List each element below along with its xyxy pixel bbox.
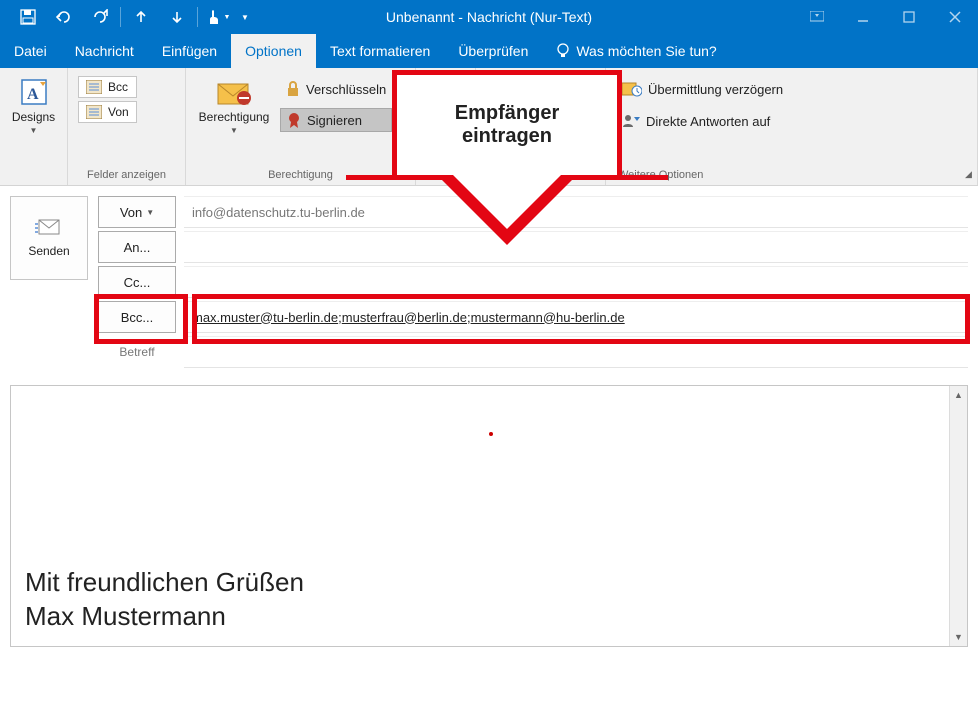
minimize-icon[interactable] — [840, 0, 886, 34]
berechtigung-button[interactable]: Berechtigung ▼ — [192, 72, 276, 135]
bcc-recipient[interactable]: mustermann@hu-berlin.de — [471, 310, 625, 325]
tab-optionen[interactable]: Optionen — [231, 34, 316, 68]
von-toggle-button[interactable]: Von — [78, 101, 137, 123]
ribbon-seal-icon — [287, 112, 301, 128]
send-button[interactable]: Senden — [10, 196, 88, 280]
group-label-felder: Felder anzeigen — [74, 167, 179, 185]
tab-ueberpruefen[interactable]: Überprüfen — [444, 34, 542, 68]
quick-access-toolbar: ▼ ▼ — [0, 0, 254, 34]
dialog-launcher-icon[interactable]: ◢ — [962, 168, 975, 181]
next-item-icon[interactable] — [159, 0, 195, 34]
undo-icon[interactable] — [46, 0, 82, 34]
lock-icon — [286, 81, 300, 97]
designs-button[interactable]: A Designs ▼ — [8, 72, 60, 135]
tab-nachricht[interactable]: Nachricht — [61, 34, 148, 68]
bcc-button[interactable]: Bcc... — [98, 301, 176, 333]
tab-einfuegen[interactable]: Einfügen — [148, 34, 231, 68]
an-button[interactable]: An... — [98, 231, 176, 263]
verschluesseln-button[interactable]: Verschlüsseln — [280, 78, 392, 100]
maximize-icon[interactable] — [886, 0, 932, 34]
scroll-down-icon[interactable]: ▼ — [950, 628, 967, 646]
touch-mode-icon[interactable]: ▼ — [200, 0, 236, 34]
scroll-up-icon[interactable]: ▲ — [950, 386, 967, 404]
redo-icon[interactable] — [82, 0, 118, 34]
signieren-button[interactable]: Signieren — [280, 108, 392, 132]
bcc-toggle-button[interactable]: Bcc — [78, 76, 137, 98]
delay-delivery-icon — [622, 81, 642, 97]
von-icon — [86, 105, 102, 119]
previous-item-icon[interactable] — [123, 0, 159, 34]
uebermittlung-verzoegern-button[interactable]: Übermittlung verzögern — [616, 78, 789, 100]
tab-datei[interactable]: Datei — [0, 34, 61, 68]
annotation-arrow: Empfänger eintragen — [392, 70, 622, 245]
signature-greeting: Mit freundlichen Grüßen — [25, 566, 935, 600]
close-icon[interactable] — [932, 0, 978, 34]
tell-me[interactable]: Was möchten Sie tun? — [542, 34, 730, 68]
title-bar: ▼ ▼ Unbenannt - Nachricht (Nur-Text) — [0, 0, 978, 34]
von-button[interactable]: Von▼ — [98, 196, 176, 228]
bcc-recipient[interactable]: max.muster@tu-berlin.de — [192, 310, 338, 325]
tab-textformatieren[interactable]: Text formatieren — [316, 34, 444, 68]
betreff-field[interactable] — [184, 336, 968, 368]
bcc-icon — [86, 80, 102, 94]
betreff-label: Betreff — [98, 336, 176, 368]
svg-text:A: A — [27, 86, 39, 103]
direct-replies-icon — [622, 113, 640, 129]
ribbon-tabbar: Datei Nachricht Einfügen Optionen Text f… — [0, 34, 978, 68]
save-icon[interactable] — [10, 0, 46, 34]
signature-name: Max Mustermann — [25, 600, 935, 634]
direkte-antworten-button[interactable]: Direkte Antworten auf — [616, 110, 789, 132]
cc-field[interactable] — [184, 266, 968, 298]
bcc-recipient[interactable]: musterfrau@berlin.de — [342, 310, 467, 325]
ribbon-display-icon[interactable] — [794, 0, 840, 34]
lightbulb-icon — [556, 43, 570, 59]
scrollbar[interactable]: ▲ ▼ — [949, 386, 967, 646]
cc-button[interactable]: Cc... — [98, 266, 176, 298]
send-icon — [35, 218, 63, 238]
message-body[interactable]: Mit freundlichen Grüßen Max Mustermann ▲… — [10, 385, 968, 647]
qat-customize-icon[interactable]: ▼ — [236, 0, 254, 34]
bcc-field[interactable]: max.muster@tu-berlin.de; musterfrau@berl… — [184, 301, 968, 333]
cursor-marker — [489, 432, 493, 436]
